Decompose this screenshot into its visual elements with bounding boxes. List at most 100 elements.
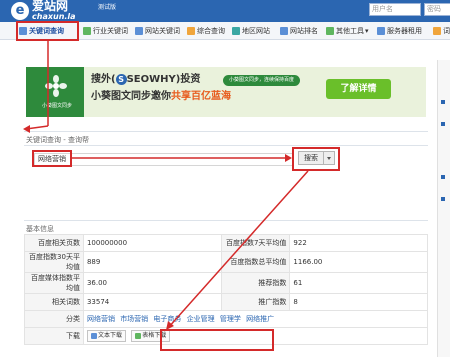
sidebar-link-marker[interactable] [441, 122, 445, 126]
document-icon [90, 332, 97, 339]
main-nav: 关键词查询 行业关键词 网站关键词 综合查询 地区网站 网站排名 其他工具 ▾ … [0, 22, 450, 40]
index-30day-label: 百度指数30天平均值 [24, 251, 84, 273]
recommend-index-value: 61 [289, 272, 428, 294]
table-download-label: 表格下载 [142, 332, 167, 339]
nav-label: 词 [443, 27, 450, 35]
promotion-index-value: 8 [289, 293, 428, 311]
nav-site-keyword[interactable]: 网站关键词 [135, 25, 180, 37]
password-input[interactable]: 密码 [424, 3, 450, 16]
logo-e-icon: e [11, 2, 29, 20]
top-bar: e 爱站网 chaxun.la 测试版 用户名 密码 [0, 0, 450, 22]
keyword-search-input[interactable]: 网络营销 [34, 153, 294, 166]
text-download-button[interactable]: 文本下载 [86, 330, 126, 342]
server-icon [377, 27, 385, 35]
site-logo[interactable]: e 爱站网 chaxun.la [10, 0, 95, 22]
section-divider [24, 131, 428, 132]
banner-logo-area: 小葵图文同步 [26, 67, 84, 117]
ranking-icon [280, 27, 288, 35]
spreadsheet-icon [135, 332, 142, 339]
baidu-pages-label: 百度相关页数 [24, 234, 84, 252]
category-link[interactable]: 网络营销 [87, 315, 115, 323]
banner-headline: 搜外(S SEOWHY)投资 [91, 73, 200, 86]
category-label: 分类 [24, 310, 84, 328]
nav-label: 网站关键词 [145, 27, 180, 35]
category-links: 网络营销 市场营销 电子商务 企业管理 管理学 网络推广 [82, 310, 429, 328]
index-total-label: 百度指数总平均值 [220, 251, 291, 273]
industry-icon [83, 27, 91, 35]
region-icon [232, 27, 240, 35]
flower-logo-icon [45, 75, 67, 97]
table-row: 百度媒体指数平均值 36.00 推荐指数 61 [24, 272, 428, 294]
basic-info-table: 百度相关页数 100000000 百度指数7天平均值 922 百度指数30天平均… [24, 234, 429, 345]
username-input[interactable]: 用户名 [369, 3, 421, 16]
search-button[interactable]: 搜索 [298, 151, 324, 165]
nav-label: 其他工具 [336, 27, 364, 35]
seowhy-s-icon: S [115, 73, 127, 85]
nav-other-tools[interactable]: 其他工具 ▾ [326, 25, 369, 37]
nav-label: 网站排名 [290, 27, 318, 35]
nav-server-rental[interactable]: 服务器租用 [377, 25, 422, 37]
banner-headline-pre: 搜外( [91, 74, 116, 85]
banner-subheadline: 小葵图文同步邀你共享百亿蓝海 [91, 90, 231, 103]
category-link[interactable]: 市场营销 [120, 315, 148, 323]
caret-down-icon [327, 157, 331, 160]
table-row: 分类 网络营销 市场营销 电子商务 企业管理 管理学 网络推广 [24, 310, 429, 328]
download-buttons: 文本下载 表格下载 [82, 327, 429, 345]
info-section-title: 基本信息 [26, 225, 54, 233]
beta-badge: 测试版 [98, 4, 117, 11]
logo-domain: chaxun.la [32, 12, 76, 21]
nav-label: 地区网站 [242, 27, 270, 35]
ad-banner[interactable]: 小葵图文同步 搜外(S SEOWHY)投资 小葵图文同步，连续保持百度 小葵图文同… [26, 67, 426, 117]
nav-overview[interactable]: 综合查询 [187, 25, 225, 37]
related-words-value: 33574 [82, 293, 222, 311]
text-download-label: 文本下载 [97, 332, 122, 339]
category-link[interactable]: 电子商务 [153, 315, 181, 323]
nav-label: 行业关键词 [93, 27, 128, 35]
nav-label: 综合查询 [197, 27, 225, 35]
learn-more-button[interactable]: 了解详情 [326, 79, 391, 99]
arrow-head-line [25, 125, 49, 130]
table-row: 百度相关页数 100000000 百度指数7天平均值 922 [24, 234, 428, 252]
banner-subheadline-pre: 小葵图文同步邀你 [91, 91, 171, 102]
index-7day-value: 922 [289, 234, 428, 252]
chevron-down-icon: ▾ [365, 27, 369, 35]
table-row: 下载 文本下载 表格下载 [24, 327, 429, 345]
sidebar-link-marker[interactable] [441, 175, 445, 179]
nav-word[interactable]: 词 [433, 25, 450, 37]
sidebar-link-marker[interactable] [441, 197, 445, 201]
nav-region-site[interactable]: 地区网站 [232, 25, 270, 37]
search-dropdown-toggle[interactable] [324, 151, 335, 165]
banner-logo-text: 小葵图文同步 [41, 103, 72, 109]
category-link[interactable]: 网络推广 [246, 315, 274, 323]
category-link[interactable]: 管理学 [220, 315, 241, 323]
tools-icon [326, 27, 334, 35]
search-section-title: 关键词查询 - 查询帮 [26, 136, 89, 144]
nav-keyword-query[interactable]: 关键词查询 [19, 25, 64, 37]
recommend-index-label: 推荐指数 [220, 272, 291, 294]
promotion-index-label: 推广指数 [220, 293, 291, 311]
nav-site-ranking[interactable]: 网站排名 [280, 25, 318, 37]
sidebar-link-marker[interactable] [441, 100, 445, 104]
table-download-button[interactable]: 表格下载 [131, 330, 171, 342]
index-total-value: 1166.00 [289, 251, 428, 273]
media-index-value: 36.00 [82, 272, 222, 294]
category-link[interactable]: 企业管理 [187, 315, 215, 323]
keyword-icon [19, 27, 27, 35]
nav-label: 关键词查询 [29, 27, 64, 35]
table-row: 相关词数 33574 推广指数 8 [24, 293, 428, 311]
banner-chip: 小葵图文同步，连续保持百度 [223, 75, 301, 86]
overview-icon [187, 27, 195, 35]
table-row: 百度指数30天平均值 889 百度指数总平均值 1166.00 [24, 251, 428, 273]
nav-industry-keyword[interactable]: 行业关键词 [83, 25, 128, 37]
word-icon [433, 27, 441, 35]
section-divider [24, 145, 428, 146]
banner-subheadline-accent: 共享百亿蓝海 [171, 91, 231, 102]
related-words-label: 相关词数 [24, 293, 84, 311]
download-label: 下载 [24, 327, 84, 345]
site-keyword-icon [135, 27, 143, 35]
baidu-pages-value: 100000000 [82, 234, 222, 252]
index-30day-value: 889 [82, 251, 222, 273]
nav-label: 服务器租用 [387, 27, 422, 35]
right-sidebar [437, 60, 450, 357]
banner-headline-post: SEOWHY)投资 [126, 74, 201, 85]
